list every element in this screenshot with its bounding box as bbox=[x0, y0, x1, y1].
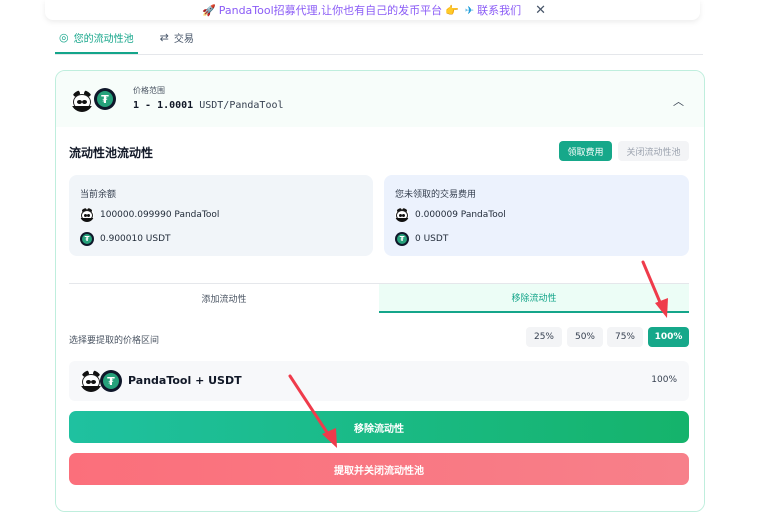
balance-usdt-amount: 0.900010 USDT bbox=[100, 234, 171, 244]
banner-text: PandaTool招募代理,让你也有自己的发币平台 bbox=[218, 4, 443, 17]
chevron-up-icon[interactable]: ︿ bbox=[673, 93, 684, 109]
fees-usdt-amount: 0 USDT bbox=[415, 234, 449, 244]
current-balance-box: 当前余额 100000.099990 PandaTool ₮ 0.900010 … bbox=[69, 175, 373, 256]
balance-panda-row: 100000.099990 PandaTool bbox=[80, 208, 219, 222]
pointing-hand-icon: 👉 bbox=[445, 3, 459, 17]
swap-icon: ⇄ bbox=[159, 31, 169, 44]
position-card: ₮ 价格范围 1 - 1.0001 USDT/PandaTool ︿ 流动性池流动… bbox=[55, 70, 705, 512]
telegram-icon: ✈ bbox=[464, 3, 475, 17]
pandatool-token-icon bbox=[71, 90, 93, 112]
position-header[interactable]: ₮ 价格范围 1 - 1.0001 USDT/PandaTool ︿ bbox=[56, 71, 704, 126]
percent-75-button[interactable]: 75% bbox=[607, 327, 643, 347]
main-tabs: ◎ 您的流动性池 ⇄ 交易 bbox=[55, 24, 703, 55]
price-range-label: 价格范围 bbox=[133, 86, 165, 95]
rocket-icon: 🚀 bbox=[202, 3, 216, 17]
liquidity-mode-toggle: 添加流动性 移除流动性 bbox=[69, 283, 689, 313]
close-pool-button[interactable]: 关闭流动性池 bbox=[618, 141, 689, 161]
usdt-token-icon: ₮ bbox=[94, 88, 116, 110]
pick-range-label: 选择要提取的价格区间 bbox=[69, 336, 160, 346]
collect-fees-button[interactable]: 领取费用 bbox=[559, 141, 612, 161]
fees-panda-amount: 0.000009 PandaTool bbox=[415, 210, 506, 220]
pair-name: PandaTool + USDT bbox=[128, 374, 242, 387]
usdt-token-icon: ₮ bbox=[395, 232, 409, 246]
usdt-token-icon: ₮ bbox=[80, 232, 94, 246]
tab-your-pools[interactable]: ◎ 您的流动性池 bbox=[55, 30, 138, 54]
usdt-token-icon: ₮ bbox=[100, 370, 122, 392]
promo-banner: 🚀 PandaTool招募代理,让你也有自己的发币平台 👉 ✈ 联系我们 ✕ bbox=[45, 0, 700, 20]
balance-panda-amount: 100000.099990 PandaTool bbox=[100, 210, 220, 220]
withdraw-pair-row: ₮ PandaTool + USDT 100% bbox=[69, 361, 689, 401]
tab-add-liquidity[interactable]: 添加流动性 bbox=[69, 284, 379, 313]
range-value: 1 - 1.0001 bbox=[133, 100, 194, 111]
contact-link[interactable]: 联系我们 bbox=[477, 2, 521, 18]
fees-usdt-row: ₮ 0 USDT bbox=[395, 232, 448, 246]
tab-label: 您的流动性池 bbox=[73, 34, 134, 45]
tab-label: 交易 bbox=[173, 34, 194, 45]
unclaimed-fees-box: 您未领取的交易费用 0.000009 PandaTool ₮ 0 USDT bbox=[384, 175, 689, 256]
balance-usdt-row: ₮ 0.900010 USDT bbox=[80, 232, 171, 246]
price-range-value: 1 - 1.0001 USDT/PandaTool bbox=[133, 100, 284, 111]
remove-liquidity-button[interactable]: 移除流动性 bbox=[69, 411, 689, 443]
percent-50-button[interactable]: 50% bbox=[567, 327, 603, 347]
pandatool-token-icon bbox=[395, 208, 409, 222]
tab-trade[interactable]: ⇄ 交易 bbox=[156, 30, 198, 54]
pool-icon: ◎ bbox=[59, 31, 69, 44]
pair-label: USDT/PandaTool bbox=[199, 100, 284, 111]
fees-label: 您未领取的交易费用 bbox=[395, 190, 477, 200]
balance-label: 当前余额 bbox=[80, 190, 117, 200]
percent-100-button[interactable]: 100% bbox=[648, 327, 689, 347]
tab-remove-liquidity[interactable]: 移除流动性 bbox=[379, 284, 689, 313]
section-title: 流动性池流动性 bbox=[69, 146, 154, 160]
percent-25-button[interactable]: 25% bbox=[526, 327, 562, 347]
pandatool-token-icon bbox=[80, 370, 102, 392]
withdraw-and-close-button[interactable]: 提取并关闭流动性池 bbox=[69, 453, 689, 485]
pandatool-token-icon bbox=[80, 208, 94, 222]
pair-percent: 100% bbox=[651, 375, 677, 385]
fees-panda-row: 0.000009 PandaTool bbox=[395, 208, 506, 222]
close-icon[interactable]: ✕ bbox=[535, 3, 546, 18]
position-body: 流动性池流动性 领取费用 关闭流动性池 当前余额 100000.099990 P… bbox=[56, 127, 704, 511]
